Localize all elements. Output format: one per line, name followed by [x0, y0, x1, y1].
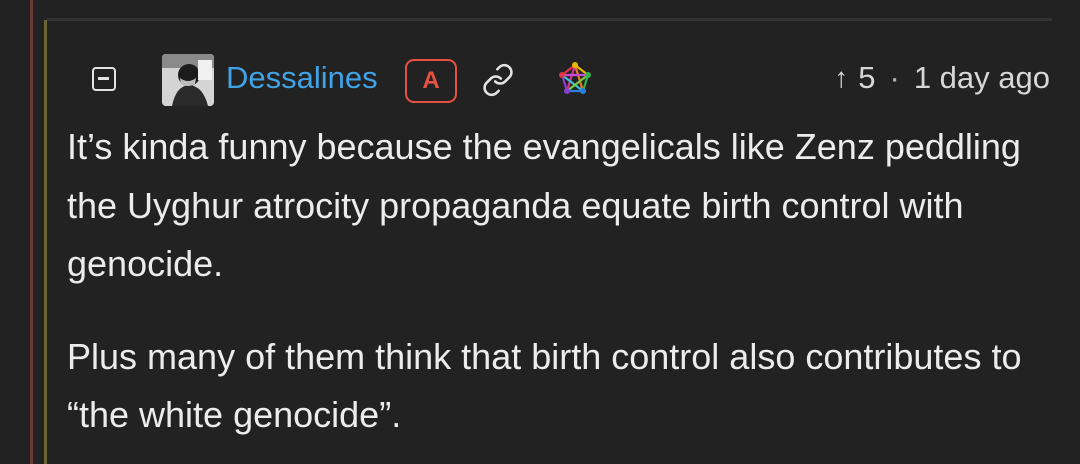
comment-thread: Dessalines A ↑ 5 · 1 day ago It’s kinda … [0, 0, 1080, 464]
admin-badge: A [405, 59, 457, 103]
link-icon[interactable] [481, 63, 515, 97]
comment-paragraph: It’s kinda funny because the evangelical… [67, 126, 1021, 284]
avatar[interactable] [162, 54, 214, 106]
author-username[interactable]: Dessalines [226, 58, 378, 98]
comment-timestamp[interactable]: 1 day ago [914, 58, 1050, 98]
comment-meta: ↑ 5 · 1 day ago [834, 58, 1050, 98]
comment-body: It’s kinda funny because the evangelical… [67, 118, 1027, 464]
collapse-minus-icon[interactable] [92, 67, 116, 91]
instance-star-icon[interactable] [557, 61, 593, 97]
comment-divider [47, 18, 1052, 21]
comment-header: Dessalines A ↑ 5 · 1 day ago [0, 52, 1080, 106]
comment-paragraph: Plus many of them think that birth contr… [67, 335, 1022, 436]
avatar-image [162, 54, 214, 106]
meta-separator: · [889, 60, 900, 95]
score-count: 5 [858, 60, 876, 95]
arrow-up-icon[interactable]: ↑ [834, 58, 848, 98]
